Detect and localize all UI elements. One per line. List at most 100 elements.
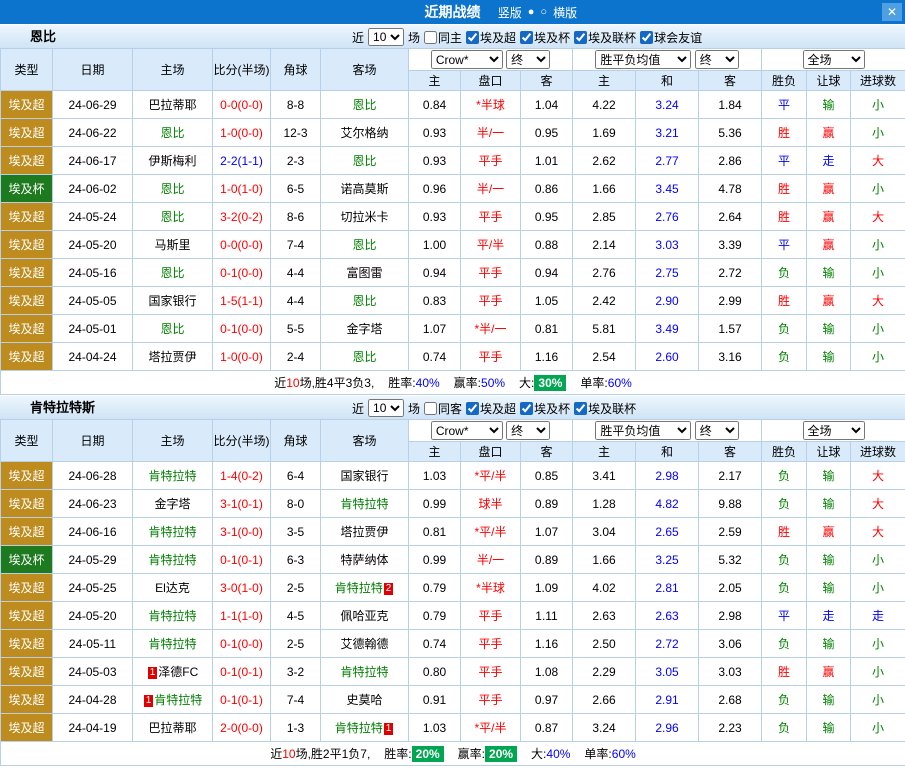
asia-company-select[interactable]: Crow* — [431, 50, 503, 69]
away-team-cell: 史莫哈 — [321, 686, 409, 714]
filter-option[interactable]: 埃及超 — [466, 400, 516, 417]
winloss-result-cell: 负 — [762, 546, 807, 574]
away-team-cell: 切拉米卡 — [321, 203, 409, 231]
filter-option[interactable]: 埃及联杯 — [574, 400, 636, 417]
europe-stage-select[interactable]: 终 — [695, 421, 739, 440]
filter-option[interactable]: 埃及超 — [466, 29, 516, 46]
team-name-text: 诺高莫斯 — [340, 182, 388, 196]
filter-checkbox[interactable] — [574, 31, 587, 44]
euro-draw-odds-cell: 2.96 — [636, 714, 699, 742]
away-team-cell: 艾尔格纳 — [321, 119, 409, 147]
summary-count: 10 — [282, 747, 295, 761]
asia-company-select[interactable]: Crow* — [431, 421, 503, 440]
asia-home-odds-cell: 0.99 — [409, 546, 461, 574]
handicap-result-cell: 输 — [807, 259, 851, 287]
filter-checkbox[interactable] — [424, 31, 437, 44]
filter-checkbox-label: 埃及杯 — [534, 29, 570, 46]
sub-header-goal-count: 进球数 — [851, 442, 905, 462]
europe-company-select[interactable]: 胜平负均值 — [595, 421, 691, 440]
euro-draw-odds-cell: 2.81 — [636, 574, 699, 602]
europe-company-select[interactable]: 胜平负均值 — [595, 50, 691, 69]
filter-checkbox[interactable] — [520, 402, 533, 415]
handicap-cell: 平/半 — [461, 231, 521, 259]
corner-cell: 8-0 — [271, 490, 321, 518]
fullmatch-scope-select[interactable]: 全场 — [803, 50, 865, 69]
score-cell: 0-1(0-0) — [213, 630, 271, 658]
euro-draw-odds-cell: 2.60 — [636, 343, 699, 371]
goals-result-cell: 大 — [851, 462, 905, 490]
filter-checkbox-label: 同客 — [438, 400, 462, 417]
filter-option[interactable]: 埃及联杯 — [574, 29, 636, 46]
filter-checkbox[interactable] — [574, 402, 587, 415]
filter-checkbox[interactable] — [466, 31, 479, 44]
recent-count-select[interactable]: 10 — [368, 399, 404, 417]
winloss-result-cell: 胜 — [762, 175, 807, 203]
score-cell: 1-0(1-0) — [213, 175, 271, 203]
match-row: 埃及超24-06-16肯特拉特3-1(0-0)3-5塔拉贾伊0.81*平/半1.… — [1, 518, 905, 546]
close-button[interactable]: ✕ — [882, 3, 902, 21]
filter-option[interactable]: 埃及杯 — [520, 400, 570, 417]
away-team-cell: 肯特拉特2 — [321, 574, 409, 602]
sub-header-winloss: 胜负 — [762, 71, 807, 91]
euro-away-odds-cell: 2.99 — [699, 287, 762, 315]
portrait-radio-label[interactable]: 竖版 — [498, 4, 522, 21]
header-league-type: 类型 — [1, 420, 53, 462]
summary-stat: 大:30% — [519, 374, 566, 391]
asia-away-odds-cell: 1.01 — [521, 147, 573, 175]
winloss-result-cell: 负 — [762, 714, 807, 742]
handicap-result-cell: 输 — [807, 490, 851, 518]
summary-stat-label: 单率: — [580, 376, 607, 390]
filter-option[interactable]: 埃及杯 — [520, 29, 570, 46]
winloss-result-cell: 胜 — [762, 203, 807, 231]
corner-cell: 2-5 — [271, 574, 321, 602]
asia-stage-select[interactable]: 终 — [506, 421, 550, 440]
date-cell: 24-05-25 — [53, 574, 133, 602]
summary-row: 近10场,胜2平1负7,胜率:20%赢率:20%大:40%单率:60% — [1, 742, 905, 766]
match-row: 埃及超24-05-11肯特拉特0-1(0-0)2-5艾德翰德0.74平手1.16… — [1, 630, 905, 658]
header-date: 日期 — [53, 49, 133, 91]
score-cell: 1-5(1-1) — [213, 287, 271, 315]
goals-result-cell: 小 — [851, 259, 905, 287]
league-type-cell: 埃及超 — [1, 714, 53, 742]
filter-checkbox-label: 埃及超 — [480, 400, 516, 417]
filter-option[interactable]: 同主 — [424, 29, 462, 46]
europe-stage-select[interactable]: 终 — [695, 50, 739, 69]
header-corner: 角球 — [271, 49, 321, 91]
handicap-result-cell: 输 — [807, 714, 851, 742]
home-team-cell: 马斯里 — [133, 231, 213, 259]
filter-checkbox[interactable] — [424, 402, 437, 415]
away-team-cell: 肯特拉特1 — [321, 714, 409, 742]
home-team-cell: 恩比 — [133, 259, 213, 287]
summary-stat: 赢率:20% — [458, 745, 517, 762]
filter-checkbox-label: 同主 — [438, 29, 462, 46]
handicap-cell: *半球 — [461, 574, 521, 602]
handicap-result-cell: 赢 — [807, 175, 851, 203]
filter-checkbox[interactable] — [466, 402, 479, 415]
euro-away-odds-cell: 2.17 — [699, 462, 762, 490]
euro-away-odds-cell: 5.36 — [699, 119, 762, 147]
header-score: 比分(半场) — [213, 49, 271, 91]
handicap-result-cell: 输 — [807, 315, 851, 343]
filter-checkbox[interactable] — [640, 31, 653, 44]
team-name-text: 国家银行 — [148, 294, 196, 308]
euro-home-odds-cell: 2.14 — [573, 231, 636, 259]
landscape-radio-label[interactable]: 横版 — [553, 4, 577, 21]
asia-odds-header: Crow* 终 — [409, 49, 573, 71]
portrait-radio-selected-icon[interactable]: ● — [528, 6, 535, 18]
summary-stat-label: 单率: — [584, 747, 611, 761]
goals-result-cell: 小 — [851, 546, 905, 574]
date-cell: 24-05-05 — [53, 287, 133, 315]
filter-option[interactable]: 球会友谊 — [640, 29, 702, 46]
summary-stat-label: 大: — [531, 747, 546, 761]
filter-option[interactable]: 同客 — [424, 400, 462, 417]
team-name-text: 艾德翰德 — [340, 637, 388, 651]
fullmatch-scope-select[interactable]: 全场 — [803, 421, 865, 440]
asia-stage-select[interactable]: 终 — [506, 50, 550, 69]
euro-home-odds-cell: 5.81 — [573, 315, 636, 343]
goals-result-cell: 小 — [851, 714, 905, 742]
date-cell: 24-06-22 — [53, 119, 133, 147]
landscape-radio-icon[interactable]: ○ — [540, 6, 547, 18]
filter-checkbox[interactable] — [520, 31, 533, 44]
winloss-result-cell: 负 — [762, 686, 807, 714]
recent-count-select[interactable]: 10 — [368, 28, 404, 46]
